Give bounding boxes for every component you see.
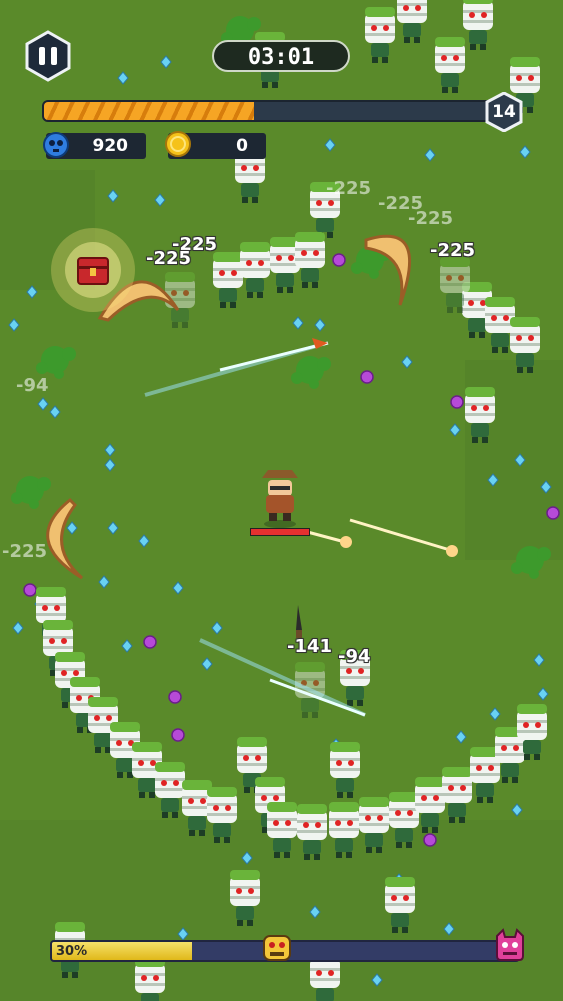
pause-icon: [25, 30, 71, 82]
skull-icon: [43, 132, 69, 158]
damage-number: -225: [326, 178, 372, 199]
wave-percent: 30%: [56, 944, 88, 959]
gold-count: 0: [236, 136, 248, 156]
damage-number: -225: [146, 248, 192, 269]
xp-bar: [42, 100, 512, 122]
damage-number: -225: [430, 240, 476, 261]
kill-counter: 920: [43, 132, 146, 159]
damage-number: -94: [16, 375, 49, 396]
xp-fill: [44, 102, 254, 120]
pause-button[interactable]: [24, 30, 72, 82]
damage-number: -141: [287, 636, 333, 657]
game-stage: 03:01 14 920 0 -225 -225 -225 -225 -225 …: [0, 0, 563, 1001]
damage-number: -225: [408, 208, 454, 229]
coin-icon: [165, 131, 191, 157]
yellow-monster-icon: [263, 935, 291, 961]
treasure-chest-icon[interactable]: [51, 228, 135, 312]
level-number: 14: [492, 102, 516, 122]
gold-counter: 0: [165, 131, 266, 159]
level-badge: 14: [484, 91, 524, 133]
damage-number: -225: [2, 541, 48, 562]
kill-count: 920: [92, 136, 129, 156]
damage-number: -94: [338, 646, 371, 667]
pink-demon-icon: [496, 928, 524, 961]
game-timer: 03:01: [212, 40, 350, 72]
